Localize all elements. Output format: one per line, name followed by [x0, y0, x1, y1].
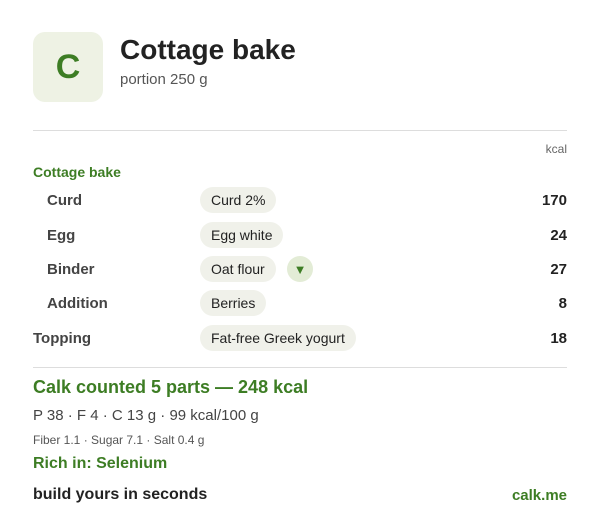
ingredient-chip[interactable]: Berries: [200, 290, 267, 316]
summary-headline: Calk counted 5 parts — 248 kcal: [33, 377, 309, 397]
macros-line: P 38 · F 4 · C 13 g · 99 kcal/100 g: [33, 407, 259, 424]
row-label: Binder: [47, 261, 95, 278]
ingredient-chip[interactable]: Fat-free Greek yogurt: [200, 325, 356, 351]
section-label: Cottage bake: [33, 164, 121, 180]
row-label: Egg: [47, 227, 76, 244]
ingredient-row: Curd Curd 2% 170: [0, 187, 600, 215]
row-label: Topping: [33, 330, 92, 347]
row-kcal: 24: [550, 227, 567, 244]
micros-line: Fiber 1.1 · Sugar 7.1 · Salt 0.4 g: [33, 433, 205, 447]
ingredient-row: Addition Berries 8: [0, 290, 600, 318]
app-logo: C: [33, 32, 103, 102]
unit-label: kcal: [545, 142, 567, 156]
brand-link[interactable]: calk.me: [512, 487, 567, 504]
row-label: Addition: [47, 295, 108, 312]
header-divider: [33, 130, 567, 131]
ingredient-chip[interactable]: Egg white: [200, 222, 284, 248]
portion-size: portion 250 g: [120, 71, 208, 88]
rich-in-line: Rich in: Selenium: [33, 455, 168, 472]
footer-tagline: build yours in seconds: [33, 486, 208, 503]
ingredient-chip[interactable]: Curd 2%: [200, 187, 277, 213]
summary-divider: [33, 367, 567, 368]
ingredient-row: Binder Oat flour ▼ 27: [0, 256, 600, 284]
ingredient-row: Topping Fat-free Greek yogurt 18: [0, 325, 600, 353]
ingredient-row: Egg Egg white 24: [0, 222, 600, 250]
row-kcal: 18: [550, 330, 567, 347]
row-kcal: 8: [558, 295, 567, 312]
row-kcal: 27: [550, 261, 567, 278]
row-label: Curd: [47, 192, 82, 209]
triangle-down-icon[interactable]: ▼: [287, 256, 313, 282]
ingredient-chip[interactable]: Oat flour: [200, 256, 276, 282]
recipe-title: Cottage bake: [120, 34, 296, 65]
row-kcal: 170: [541, 192, 567, 209]
